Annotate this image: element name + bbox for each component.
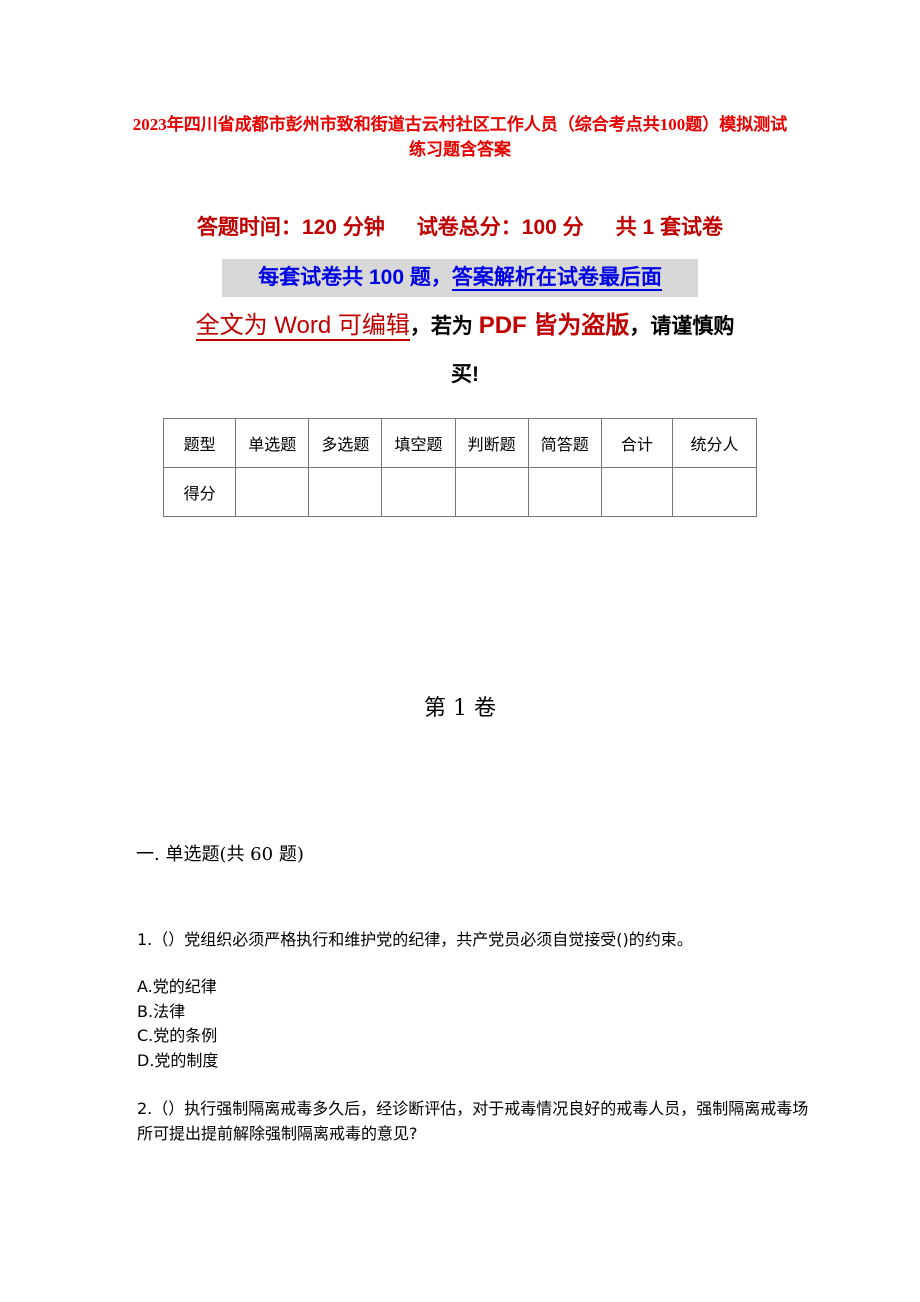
header-cell-fill-blank: 填空题 [381,418,456,468]
answer-location-notice: 每套试卷共 100 题，答案解析在试卷最后面 [222,259,698,297]
exam-time: 答题时间：120 分钟 [196,216,385,239]
score-cell-fill-blank[interactable] [381,467,456,517]
question-1-option-a: A.党的纪律 [137,977,217,996]
pdf-piracy-notice: PDF 皆为盗版 [478,312,630,339]
score-cell-scorer[interactable] [671,467,758,517]
score-cell-true-false[interactable] [454,467,529,517]
score-cell-total[interactable] [600,467,673,517]
question-1-text: 1.（）党组织必须严格执行和维护党的纪律，共产党员必须自觉接受()的约束。 [137,930,693,949]
exam-total-score: 试卷总分：100 分 [416,216,584,239]
notice-answer-location: 答案解析在试卷最后面 [451,266,662,291]
header-cell-single-choice: 单选题 [235,418,310,468]
warning-text-2: ，请谨慎购 [629,315,735,338]
question-1-options: A.党的纪律 B.法律 C.党的条例 D.党的制度 [137,975,218,1073]
question-1-option-b: B.法律 [137,1001,186,1021]
score-cell-multiple-choice[interactable] [308,467,383,517]
header-cell-true-false: 判断题 [454,418,529,468]
volume-title: 第 1 卷 [424,696,496,721]
question-1-option-d: D.党的制度 [137,1050,219,1070]
question-2-text: 2.（）执行强制隔离戒毒多久后，经诊断评估，对于戒毒情况良好的戒毒人员，强制隔离… [137,1099,809,1143]
exam-sets: 共 1 套试卷 [615,216,724,239]
document-title: 2023年四川省成都市彭州市致和街道古云村社区工作人员（综合考点共100题）模拟… [132,115,788,159]
header-cell-multiple-choice: 多选题 [308,418,383,468]
exam-meta-line: 答题时间：120 分钟 试卷总分：100 分 共 1 套试卷 [160,212,760,244]
word-editable-notice: 全文为 Word 可编辑 [195,312,410,341]
notice-question-count: 每套试卷共 100 题， [258,266,452,289]
score-row-label: 得分 [162,467,237,517]
score-table: 题型 单选题 多选题 填空题 判断题 简答题 合计 统分人 得分 [162,418,758,517]
score-table-score-row: 得分 [162,467,758,517]
score-cell-short-answer[interactable] [527,467,602,517]
header-cell-short-answer: 简答题 [527,418,602,468]
header-cell-scorer: 统分人 [671,418,758,468]
score-table-header-row: 题型 单选题 多选题 填空题 判断题 简答题 合计 统分人 [162,418,758,468]
section-title: 一. 单选题(共 60 题) [136,844,304,865]
piracy-warning: 全文为 Word 可编辑，若为 PDF 皆为盗版，请谨慎购 [150,306,780,347]
header-cell-type: 题型 [162,418,237,468]
header-cell-total: 合计 [600,418,673,468]
question-1-option-c: C.党的条例 [137,1026,218,1045]
warning-text-1: ，若为 [409,315,479,338]
warning-text-3: 买! [451,363,479,386]
score-cell-single-choice[interactable] [235,467,310,517]
